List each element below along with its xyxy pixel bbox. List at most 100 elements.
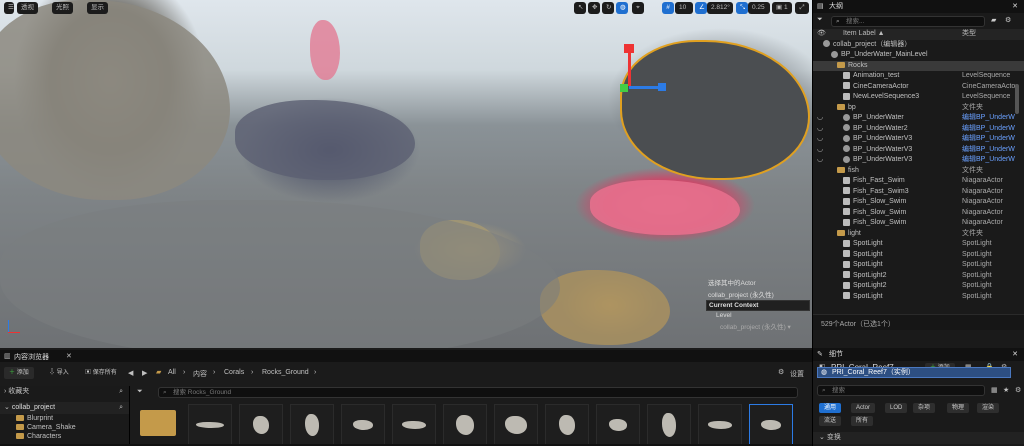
outliner-close-icon[interactable]: ✕ — [1012, 0, 1018, 13]
outliner-row[interactable]: Fish_Slow_Swim NiagaraActor — [813, 218, 1024, 229]
project-search-icon[interactable]: ⌕ — [119, 402, 123, 414]
grid-snap-value[interactable]: 10 — [675, 2, 693, 14]
cb-root-folder-icon[interactable]: ▰ — [156, 368, 161, 376]
asset-thumbnail[interactable] — [749, 404, 793, 446]
outliner-row[interactable]: CineCameraActor CineCameraActor — [813, 82, 1024, 93]
gizmo-y-handle[interactable] — [658, 83, 666, 91]
content-browser-close-icon[interactable]: ✕ — [66, 352, 72, 360]
details-filter-chip[interactable]: 通用 — [819, 403, 842, 413]
asset-thumbnail[interactable] — [290, 404, 334, 446]
cb-save-all-button[interactable]: ▣ 保存所有 — [80, 367, 122, 379]
visibility-toggle-icon[interactable]: ◡ — [817, 155, 823, 166]
rotation-snap-value[interactable]: 2.812° — [707, 2, 733, 14]
outliner-row[interactable]: BP_UnderWaterV3 ◡ 编辑BP_UnderW — [813, 145, 1024, 156]
maximize-viewport-icon[interactable]: ⤢ — [795, 2, 809, 14]
outliner-row[interactable]: SpotLight2 SpotLight — [813, 281, 1024, 292]
world-space-icon[interactable]: ◍ — [616, 2, 628, 14]
cb-settings-label[interactable]: 设置 — [790, 369, 804, 379]
outliner-row[interactable]: Fish_Fast_Swim3 NiagaraActor — [813, 187, 1024, 198]
details-filter-chip[interactable]: 所有 — [851, 416, 874, 426]
favorites-search-icon[interactable]: ⌕ — [119, 386, 123, 398]
details-filter-chip[interactable]: 物理 — [947, 403, 970, 413]
context-level-value[interactable]: collab_project (永久性) ▾ — [706, 320, 810, 332]
outliner-settings-icon[interactable]: ⚙ — [1005, 16, 1011, 24]
type-column[interactable]: 类型 — [962, 29, 976, 40]
folder-item[interactable]: Blurprint — [16, 414, 129, 423]
show-button[interactable]: 显示 — [87, 2, 108, 14]
content-browser-title[interactable]: 内容浏览器 — [14, 352, 49, 362]
gizmo-x-handle[interactable] — [620, 84, 628, 92]
asset-thumbnail[interactable] — [392, 404, 436, 446]
breadcrumb-rocks-ground[interactable]: Rocks_Ground — [262, 369, 309, 376]
outliner-row[interactable]: SpotLight SpotLight — [813, 250, 1024, 261]
details-filter-chip[interactable]: Actor — [851, 403, 876, 413]
component-instance-row[interactable]: ◍ PRI_Coral_Reef7（实例） — [817, 367, 1011, 378]
visibility-toggle-icon[interactable]: ◡ — [817, 134, 823, 145]
cb-filter-icon[interactable]: ⏷ — [137, 388, 143, 396]
selected-rock[interactable] — [620, 40, 810, 180]
visibility-toggle-icon[interactable]: ◡ — [817, 113, 823, 124]
scale-snap-value[interactable]: 0.25 — [748, 2, 770, 14]
viewport-menu-button[interactable]: ☰ — [4, 2, 14, 14]
outliner-row[interactable]: collab_project（编辑器） — [813, 40, 1024, 51]
details-filter-chip[interactable]: 渲染 — [977, 403, 1000, 413]
outliner-row[interactable]: BP_UnderWater2 ◡ 编辑BP_UnderW — [813, 124, 1024, 135]
asset-thumbnail[interactable] — [341, 404, 385, 446]
outliner-row[interactable]: BP_UnderWaterV3 ◡ 编辑BP_UnderW — [813, 155, 1024, 166]
details-gear-icon[interactable]: ⚙ — [1015, 386, 1021, 394]
project-header[interactable]: ⌄ collab_project ⌕ — [0, 402, 129, 414]
details-tab[interactable]: ✎ 细节 ✕ — [813, 348, 1024, 361]
details-close-icon[interactable]: ✕ — [1012, 348, 1018, 361]
breadcrumb-all[interactable]: All — [168, 369, 176, 376]
translate-mode-icon[interactable]: ✥ — [588, 2, 600, 14]
outliner-row[interactable]: light 文件夹 — [813, 229, 1024, 240]
outliner-row[interactable]: NewLevelSequence3 LevelSequence — [813, 92, 1024, 103]
breadcrumb-content[interactable]: 内容 — [193, 369, 207, 379]
outliner-row[interactable]: Rocks — [813, 60, 1024, 71]
outliner-row[interactable]: BP_UnderWaterV3 ◡ 编辑BP_UnderW — [813, 134, 1024, 145]
cb-add-button[interactable]: ＋ 添加 — [4, 367, 34, 379]
camera-speed-button[interactable]: ▣ 1 — [772, 2, 792, 14]
outliner-row[interactable]: bp 文件夹 — [813, 103, 1024, 114]
asset-thumbnail[interactable] — [494, 404, 538, 446]
outliner-row[interactable]: SpotLight SpotLight — [813, 239, 1024, 250]
outliner-row-type[interactable]: 编辑BP_UnderW — [962, 134, 1015, 145]
scale-snap-icon[interactable]: ⤡ — [736, 2, 748, 14]
select-mode-icon[interactable]: ↖ — [574, 2, 586, 14]
asset-thumbnail[interactable] — [647, 404, 691, 446]
outliner-row-type[interactable]: 编辑BP_UnderW — [962, 145, 1015, 156]
asset-thumbnail[interactable] — [239, 404, 283, 446]
details-search-input[interactable]: ⌕ 搜索 — [817, 385, 985, 396]
perspective-button[interactable]: 透视 — [17, 2, 38, 14]
item-label-column[interactable]: Item Label ▲ — [843, 29, 885, 40]
gizmo-z-axis[interactable] — [628, 50, 631, 86]
asset-folder-icon[interactable] — [140, 410, 176, 436]
outliner-row[interactable]: fish 文件夹 — [813, 166, 1024, 177]
outliner-search-input[interactable]: ⌕ 搜索... — [831, 16, 985, 27]
asset-thumbnail[interactable] — [596, 404, 640, 446]
cb-settings-icon[interactable]: ⚙ — [778, 368, 784, 376]
outliner-add-folder-icon[interactable]: ▰ — [991, 16, 996, 24]
outliner-filter-icon[interactable]: ⏷ — [817, 16, 823, 24]
asset-thumbnail[interactable] — [698, 404, 742, 446]
details-view-options-icon[interactable]: ▦ — [991, 386, 998, 394]
rotate-mode-icon[interactable]: ↻ — [602, 2, 614, 14]
cb-forward-icon[interactable]: ▶ — [142, 369, 147, 377]
visibility-toggle-icon[interactable]: ◡ — [817, 124, 823, 135]
outliner-row[interactable]: Fish_Slow_Swim NiagaraActor — [813, 208, 1024, 219]
folder-item[interactable]: Characters — [16, 432, 129, 441]
transform-section[interactable]: ⌄ 变换 — [813, 432, 1024, 444]
visibility-column-icon[interactable]: 👁 — [817, 29, 826, 40]
details-favorite-icon[interactable]: ★ — [1003, 386, 1009, 394]
rotation-snap-icon[interactable]: ∠ — [695, 2, 707, 14]
surface-snap-icon[interactable]: ⌖ — [632, 2, 644, 14]
outliner-row[interactable]: Fish_Slow_Swim NiagaraActor — [813, 197, 1024, 208]
favorites-header[interactable]: › 收藏夹 ⌕ — [0, 386, 129, 398]
details-filter-chip[interactable]: 杂项 — [913, 403, 936, 413]
outliner-row-type[interactable]: 编辑BP_UnderW — [962, 124, 1015, 135]
cb-import-button[interactable]: ⇩ 导入 — [44, 367, 74, 379]
outliner-tab[interactable]: ▤ 大纲 ✕ — [813, 0, 1024, 13]
gizmo-z-handle[interactable] — [624, 44, 634, 53]
outliner-row[interactable]: BP_UnderWater_MainLevel — [813, 50, 1024, 61]
cb-search-input[interactable]: ⌕ 搜索 Rocks_Ground — [158, 387, 798, 398]
